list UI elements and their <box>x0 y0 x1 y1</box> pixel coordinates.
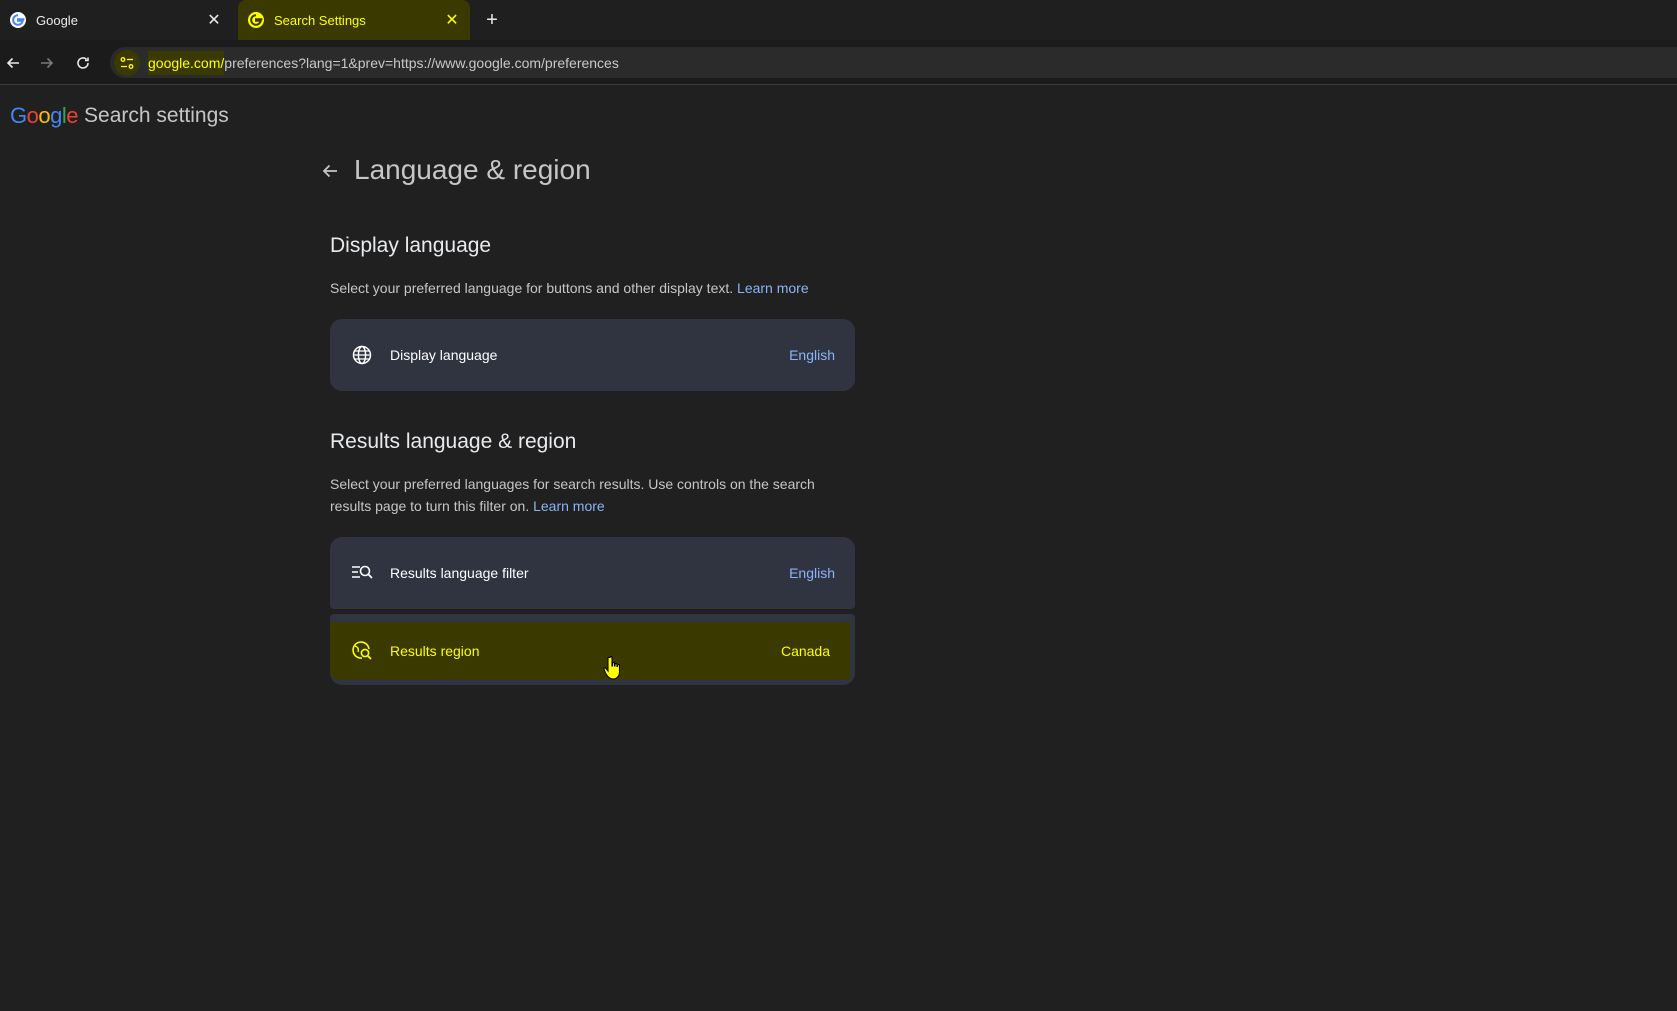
display-language-heading: Display language <box>330 234 492 257</box>
tab-google[interactable]: Google ✕ <box>0 0 232 40</box>
back-icon[interactable] <box>0 50 26 76</box>
card-label: Results language filter <box>390 565 529 581</box>
page-title: Language & region <box>354 154 591 185</box>
address-bar[interactable]: google.com/preferences?lang=1&prev=https… <box>110 47 1677 78</box>
close-icon[interactable]: ✕ <box>204 10 224 30</box>
google-favicon-icon <box>248 12 264 28</box>
plus-icon[interactable]: + <box>481 9 503 31</box>
url-path: preferences?lang=1&prev=https://www.goog… <box>224 54 619 71</box>
card-label: Display language <box>390 347 498 363</box>
site-info-icon[interactable] <box>114 49 140 76</box>
region-search-icon <box>350 639 374 663</box>
reload-icon[interactable] <box>70 50 96 76</box>
close-icon[interactable]: ✕ <box>442 10 462 30</box>
forward-icon[interactable] <box>34 50 60 76</box>
header-title: Search settings <box>84 104 229 127</box>
tab-strip: Google ✕ Search Settings ✕ + <box>0 0 1677 40</box>
globe-icon <box>350 343 374 367</box>
tab-search-settings[interactable]: Search Settings ✕ <box>238 0 470 40</box>
back-arrow-icon[interactable] <box>318 159 342 183</box>
learn-more-link[interactable]: Learn more <box>533 498 605 514</box>
url-text: google.com/preferences?lang=1&prev=https… <box>148 50 619 75</box>
display-language-description: Select your preferred language for butto… <box>330 280 809 296</box>
results-language-heading: Results language & region <box>330 430 577 453</box>
tab-label: Google <box>36 12 78 28</box>
settings-header: Google Search settings <box>10 102 229 130</box>
card-value: English <box>789 565 835 581</box>
results-language-filter-card[interactable]: Results language filter English <box>330 537 855 609</box>
card-value: English <box>789 347 835 363</box>
display-language-card[interactable]: Display language English <box>330 319 855 391</box>
card-label: Results region <box>390 643 480 659</box>
browser-toolbar: google.com/preferences?lang=1&prev=https… <box>0 40 1677 85</box>
results-region-card[interactable]: Results region Canada <box>330 622 850 680</box>
learn-more-link[interactable]: Learn more <box>737 280 809 296</box>
tab-label: Search Settings <box>274 12 366 28</box>
filter-search-icon <box>350 561 374 585</box>
google-favicon-icon <box>10 12 26 28</box>
google-logo[interactable]: Google <box>10 103 79 129</box>
url-host: google.com/ <box>148 50 225 75</box>
results-language-description: Select your preferred languages for sear… <box>330 476 815 514</box>
card-value: Canada <box>780 643 830 659</box>
hand-cursor-icon <box>603 656 621 680</box>
